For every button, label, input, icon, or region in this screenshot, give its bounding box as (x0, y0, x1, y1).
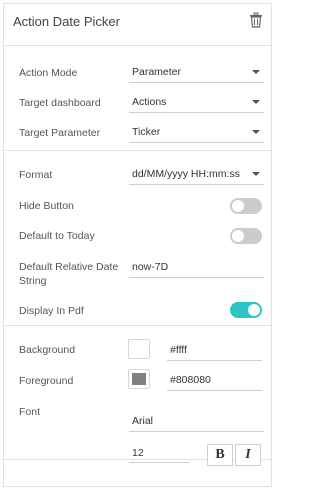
style-section: Background #ffff Foreground #808080 Font… (4, 326, 271, 466)
foreground-color-swatch[interactable] (128, 369, 150, 389)
target-dashboard-label: Target dashboard (19, 97, 101, 109)
default-to-today-toggle[interactable] (230, 228, 262, 244)
font-size-value: 12 (132, 447, 144, 459)
target-parameter-label: Target Parameter (19, 127, 101, 139)
font-size-input[interactable]: 12 (129, 442, 189, 463)
options-section: Format dd/MM/yyyy HH:mm:ss Hide Button D… (4, 151, 271, 326)
chevron-down-icon (252, 172, 260, 176)
font-label: Font (19, 406, 41, 418)
background-color-value: #ffff (170, 344, 187, 356)
default-relative-date-input[interactable]: now-7D (129, 256, 264, 278)
action-mode-select[interactable]: Parameter (129, 61, 264, 83)
background-label: Background (19, 344, 76, 356)
action-date-picker-panel: Action Date Picker Action Mode Parameter… (3, 3, 272, 487)
background-color-swatch[interactable] (128, 339, 150, 359)
format-select[interactable]: dd/MM/yyyy HH:mm:ss (129, 163, 264, 185)
background-color-input[interactable]: #ffff (167, 339, 262, 361)
hide-button-toggle[interactable] (230, 198, 262, 214)
font-family-value: Arial (132, 415, 154, 427)
target-parameter-value: Ticker (132, 126, 161, 138)
chevron-down-icon (252, 130, 260, 134)
action-mode-label: Action Mode (19, 67, 78, 79)
trash-icon[interactable] (249, 12, 263, 28)
bold-button[interactable]: B (207, 444, 233, 466)
action-section: Action Mode Parameter Target dashboard A… (4, 46, 271, 151)
target-dashboard-value: Actions (132, 96, 167, 108)
action-mode-value: Parameter (132, 66, 182, 78)
target-dashboard-select[interactable]: Actions (129, 91, 264, 113)
display-in-pdf-toggle[interactable] (230, 302, 262, 318)
panel-title: Action Date Picker (13, 14, 120, 29)
italic-button[interactable]: I (235, 444, 261, 466)
foreground-color-input[interactable]: #808080 (167, 369, 262, 391)
format-label: Format (19, 169, 53, 181)
panel-header: Action Date Picker (4, 4, 271, 46)
foreground-color-fill (132, 373, 146, 385)
default-relative-date-label-line2: String (19, 275, 47, 287)
default-to-today-label: Default to Today (19, 230, 95, 242)
target-parameter-select[interactable]: Ticker (129, 121, 264, 143)
foreground-label: Foreground (19, 375, 74, 387)
foreground-color-value: #808080 (170, 374, 211, 386)
default-relative-date-value: now-7D (132, 261, 169, 273)
toggle-knob (248, 304, 260, 316)
font-family-input[interactable]: Arial (129, 410, 264, 432)
hide-button-label: Hide Button (19, 200, 74, 212)
default-relative-date-label: Default Relative Date (19, 261, 119, 273)
toggle-knob (232, 200, 244, 212)
chevron-down-icon (252, 100, 260, 104)
chevron-down-icon (252, 70, 260, 74)
format-value: dd/MM/yyyy HH:mm:ss (132, 168, 240, 180)
toggle-knob (232, 230, 244, 242)
display-in-pdf-label: Display In Pdf (19, 305, 84, 317)
